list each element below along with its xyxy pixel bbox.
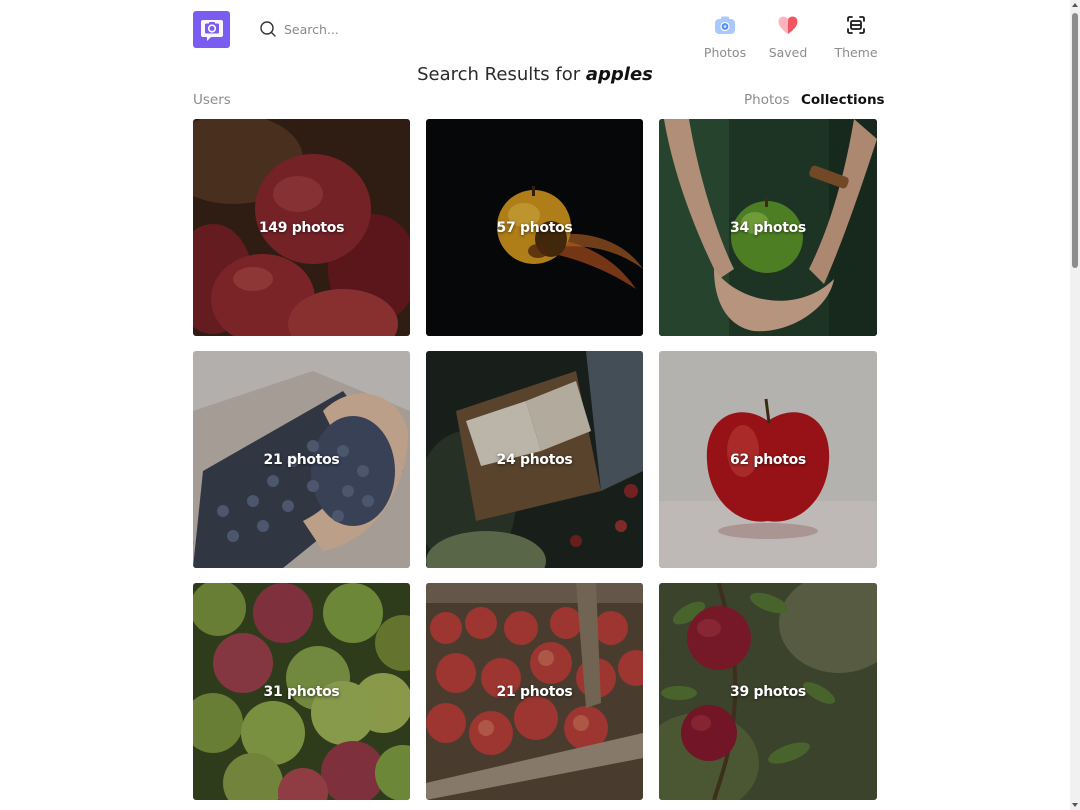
search-icon xyxy=(260,21,276,37)
tab-collections[interactable]: Collections xyxy=(801,92,885,108)
scroll-down-icon[interactable] xyxy=(1072,803,1078,807)
collection-count: 21 photos xyxy=(263,451,340,468)
collection-card[interactable]: 24 photos xyxy=(426,351,643,568)
collection-count: 39 photos xyxy=(730,683,806,700)
collection-count: 21 photos xyxy=(496,683,573,700)
nav-theme-label: Theme xyxy=(834,45,878,60)
nav-saved[interactable]: Saved xyxy=(768,13,808,60)
nav-theme[interactable]: Theme xyxy=(834,13,878,60)
collection-count: 62 photos xyxy=(730,451,806,468)
nav-photos[interactable]: Photos xyxy=(703,13,747,60)
collection-card[interactable]: 34 photos xyxy=(659,119,877,336)
search-bar[interactable] xyxy=(259,18,519,40)
collection-card[interactable]: 39 photos xyxy=(659,583,877,800)
tab-users[interactable]: Users xyxy=(193,92,231,108)
nav-photos-label: Photos xyxy=(703,45,747,60)
app-logo[interactable] xyxy=(193,11,230,48)
camera-icon xyxy=(715,16,735,34)
collection-card[interactable]: 62 photos xyxy=(659,351,877,568)
collection-card[interactable]: 21 photos xyxy=(193,351,410,568)
heart-icon xyxy=(778,16,798,34)
collection-count: 31 photos xyxy=(263,683,340,700)
collection-card[interactable]: 21 photos xyxy=(426,583,643,800)
collection-count: 24 photos xyxy=(496,451,573,468)
collection-card[interactable]: 149 photos xyxy=(193,119,410,336)
search-input[interactable] xyxy=(284,21,504,37)
collection-count: 149 photos xyxy=(258,219,345,236)
scroll-thumb[interactable] xyxy=(1072,13,1078,268)
nav-saved-label: Saved xyxy=(768,45,808,60)
collection-count: 34 photos xyxy=(730,219,806,236)
search-results-page: Photos Saved Theme Search Results for ap… xyxy=(0,0,1080,810)
results-query: apples xyxy=(585,64,653,85)
theme-icon xyxy=(847,16,865,34)
page-scrollbar[interactable] xyxy=(1070,0,1080,810)
logo-icon xyxy=(200,19,223,41)
collection-card[interactable]: 31 photos xyxy=(193,583,410,800)
results-prefix: Search Results for xyxy=(417,64,581,85)
scroll-up-icon[interactable] xyxy=(1072,3,1078,7)
collection-card[interactable]: 57 photos xyxy=(426,119,643,336)
tab-photos[interactable]: Photos xyxy=(744,92,790,108)
collection-count: 57 photos xyxy=(496,219,573,236)
page-title: Search Results for apples xyxy=(0,64,1070,85)
collections-grid: 149 photos 57 photos 34 photos 21 photos… xyxy=(193,119,877,800)
